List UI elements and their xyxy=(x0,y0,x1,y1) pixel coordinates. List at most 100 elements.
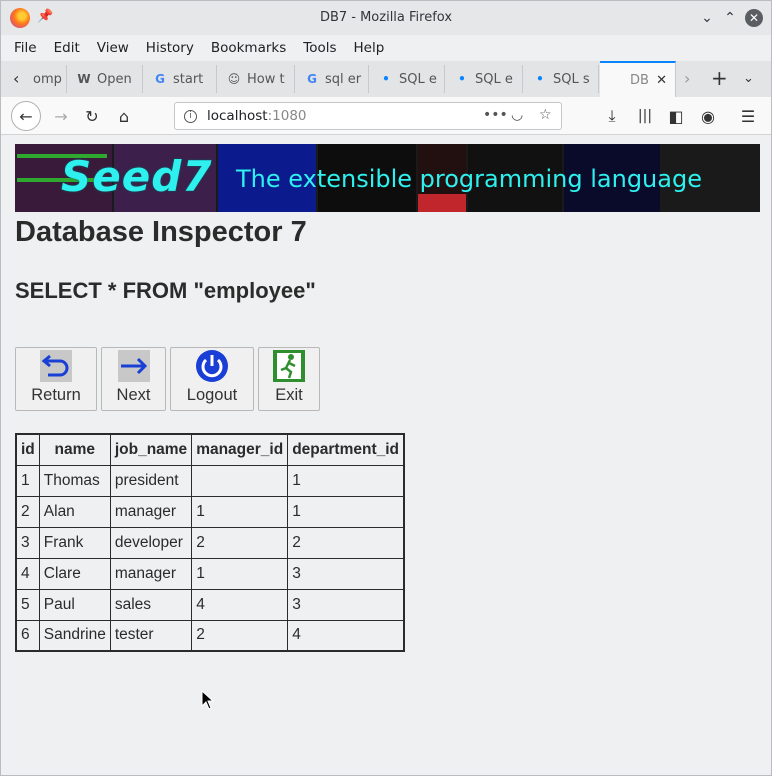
cell: manager xyxy=(109,557,193,590)
table-row: 2 Alan manager 1 1 xyxy=(15,495,405,528)
site-favicon-icon: ☺ xyxy=(227,72,241,86)
hamburger-menu-icon[interactable]: ☰ xyxy=(735,103,761,129)
new-tab-icon[interactable]: + xyxy=(711,66,728,90)
site-favicon-icon: • xyxy=(536,72,544,86)
browser-window: 📌 DB7 - Mozilla Firefox ⌄ ⌃ ✕ File Edit … xyxy=(0,0,772,776)
cell: 1 xyxy=(287,495,405,528)
close-window-button[interactable]: ✕ xyxy=(745,9,763,27)
url-port: :1080 xyxy=(267,108,307,124)
library-icon[interactable]: ||| xyxy=(632,103,658,129)
pocket-icon[interactable]: ◡ xyxy=(511,107,523,123)
list-tabs-icon[interactable]: ⌄ xyxy=(743,71,754,86)
cell: developer xyxy=(109,526,193,559)
reload-icon[interactable]: ↻ xyxy=(79,103,105,129)
tab-label: omp xyxy=(33,71,62,87)
scroll-tabs-left-icon[interactable]: ‹ xyxy=(13,69,19,88)
return-button[interactable]: Return xyxy=(15,347,97,411)
cell: 4 xyxy=(287,619,405,652)
exit-label: Exit xyxy=(275,386,303,404)
tab-2[interactable]: G start xyxy=(145,65,217,93)
cell: Sandrine xyxy=(38,619,111,652)
menu-file[interactable]: File xyxy=(14,40,37,56)
site-info-icon[interactable]: i xyxy=(184,109,197,123)
menu-edit[interactable]: Edit xyxy=(54,40,80,56)
table-header-row: id name job_name manager_id department_i… xyxy=(15,433,405,466)
sidebar-icon[interactable]: ◧ xyxy=(663,103,689,129)
next-arrow-icon xyxy=(117,350,150,382)
seed7-banner: Seed7 The extensible programming languag… xyxy=(15,144,760,212)
tab-label: How t xyxy=(247,71,285,87)
cell: 4 xyxy=(15,557,40,590)
table-row: 4 Clare manager 1 3 xyxy=(15,557,405,590)
cell xyxy=(191,464,289,497)
tab-4[interactable]: G sql er xyxy=(297,65,369,93)
tab-6[interactable]: • SQL e xyxy=(447,65,523,93)
tab-label: SQL s xyxy=(553,71,590,87)
column-header: id xyxy=(15,433,40,466)
return-arrow-icon xyxy=(40,350,72,382)
menu-bar: File Edit View History Bookmarks Tools H… xyxy=(1,37,771,59)
site-favicon-icon: • xyxy=(382,72,390,86)
cell: 3 xyxy=(15,526,40,559)
menu-tools[interactable]: Tools xyxy=(303,40,336,56)
cell: 2 xyxy=(191,526,289,559)
exit-button[interactable]: Exit xyxy=(258,347,320,411)
logout-button[interactable]: Logout xyxy=(170,347,254,411)
google-icon: G xyxy=(155,72,165,86)
url-host: localhost xyxy=(207,108,268,124)
cell: 2 xyxy=(191,619,289,652)
table-row: 5 Paul sales 4 3 xyxy=(15,588,405,621)
forward-button[interactable]: → xyxy=(48,103,74,129)
tab-label: Open xyxy=(97,71,132,87)
column-header: department_id xyxy=(287,433,405,466)
page-content: Seed7 The extensible programming languag… xyxy=(1,136,771,775)
employee-table: id name job_name manager_id department_i… xyxy=(15,433,406,652)
back-button[interactable]: ← xyxy=(11,101,41,131)
cell: Thomas xyxy=(38,464,111,497)
tab-label: DB xyxy=(630,72,649,88)
downloads-icon[interactable]: ⤓ xyxy=(599,103,625,129)
column-header: name xyxy=(38,433,111,466)
cell: Frank xyxy=(38,526,111,559)
site-favicon-icon: • xyxy=(458,72,466,86)
tab-label: SQL e xyxy=(399,71,437,87)
bookmark-star-icon[interactable]: ☆ xyxy=(539,107,552,123)
table-row: 3 Frank developer 2 2 xyxy=(15,526,405,559)
tab-active[interactable]: DB ✕ xyxy=(600,61,676,97)
menu-view[interactable]: View xyxy=(97,40,129,56)
url-bar[interactable]: i localhost :1080 ••• ◡ ☆ xyxy=(174,102,562,130)
scroll-tabs-right-icon[interactable]: › xyxy=(684,69,690,88)
tab-1[interactable]: W Open xyxy=(69,65,143,93)
tab-0[interactable]: omp xyxy=(25,65,67,93)
maximize-button[interactable]: ⌃ xyxy=(721,9,739,27)
return-label: Return xyxy=(31,386,81,404)
cell: 1 xyxy=(15,464,40,497)
cell: 1 xyxy=(287,464,405,497)
tab-5[interactable]: • SQL e xyxy=(371,65,445,93)
mouse-cursor-icon xyxy=(201,690,215,710)
cell: 5 xyxy=(15,588,40,621)
column-header: job_name xyxy=(109,433,193,466)
minimize-button[interactable]: ⌄ xyxy=(698,9,716,27)
next-button[interactable]: Next xyxy=(101,347,166,411)
cell: president xyxy=(109,464,193,497)
tab-7[interactable]: • SQL s xyxy=(525,65,599,93)
cell: sales xyxy=(109,588,193,621)
menu-help[interactable]: Help xyxy=(354,40,385,56)
table-row: 1 Thomas president 1 xyxy=(15,464,405,497)
close-tab-icon[interactable]: ✕ xyxy=(656,73,667,88)
cell: 3 xyxy=(287,557,405,590)
cell: Clare xyxy=(38,557,111,590)
tab-strip: ‹ omp W Open G start ☺ How t G sql er • … xyxy=(1,61,771,97)
menu-bookmarks[interactable]: Bookmarks xyxy=(211,40,286,56)
cell: 1 xyxy=(191,495,289,528)
seed7-logo: Seed7 xyxy=(61,152,213,201)
menu-history[interactable]: History xyxy=(146,40,194,56)
cell: 6 xyxy=(15,619,40,652)
cell: Paul xyxy=(38,588,111,621)
account-icon[interactable]: ◉ xyxy=(695,103,721,129)
page-actions-icon[interactable]: ••• xyxy=(483,107,508,123)
cell: 1 xyxy=(191,557,289,590)
tab-3[interactable]: ☺ How t xyxy=(219,65,295,93)
home-icon[interactable]: ⌂ xyxy=(111,103,137,129)
